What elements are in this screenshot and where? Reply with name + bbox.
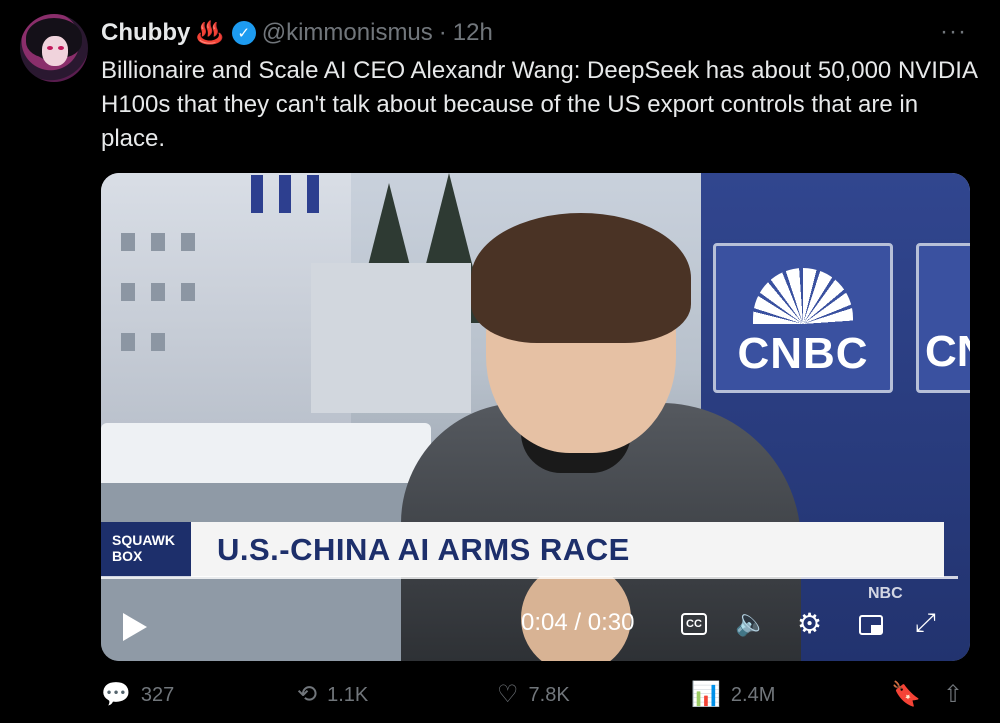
- heart-icon: ♡: [497, 681, 519, 708]
- lower-third-banner: SQUAWK BOX U.S.-CHINA AI ARMS RACE: [101, 522, 944, 577]
- fullscreen-icon[interactable]: ⤢: [915, 607, 936, 639]
- share-button[interactable]: ⇧: [943, 683, 963, 707]
- views-button[interactable]: 📊 2.4M: [691, 683, 775, 707]
- window: [121, 233, 135, 251]
- reply-button[interactable]: 💬 327: [101, 683, 174, 707]
- banner: [279, 175, 291, 213]
- peacock-logo-icon: [753, 268, 853, 324]
- video-controls: 0:04 / 0:30 CC 🔈 ⚙ NBC ⤢: [101, 585, 970, 661]
- volume-icon[interactable]: 🔈: [735, 607, 767, 638]
- window: [181, 233, 195, 251]
- lower-third-rule: [101, 576, 958, 579]
- view-count: 2.4M: [730, 683, 776, 706]
- like-button[interactable]: ♡ 7.8K: [497, 683, 570, 707]
- author-handle[interactable]: @kimmonismus: [262, 19, 433, 47]
- hair: [471, 213, 691, 343]
- snowy-roof: [101, 423, 431, 483]
- author-name[interactable]: Chubby: [101, 19, 190, 47]
- banner: [307, 175, 319, 213]
- show-label: SQUAWK BOX: [101, 522, 191, 577]
- reply-icon: 💬: [101, 681, 131, 708]
- avatar[interactable]: [20, 14, 88, 82]
- more-options-icon[interactable]: ···: [940, 18, 967, 46]
- avatar-eye: [58, 46, 64, 50]
- avatar-face: [42, 36, 68, 66]
- cnbc-logo-text-partial: CN: [925, 327, 970, 376]
- headline: U.S.-CHINA AI ARMS RACE: [217, 531, 630, 567]
- window: [151, 233, 165, 251]
- window: [151, 333, 165, 351]
- play-icon[interactable]: [123, 613, 147, 641]
- window: [121, 333, 135, 351]
- cnbc-bug: NBC: [868, 585, 903, 602]
- window: [151, 283, 165, 301]
- separator-dot: ·: [438, 19, 447, 46]
- settings-icon[interactable]: ⚙: [797, 607, 822, 640]
- tweet-actions: 💬 327 ⟲ 1.1K ♡ 7.8K 📊 2.4M 🔖 ⇧: [101, 683, 981, 715]
- verified-badge-icon: ✓: [231, 21, 256, 45]
- views-chart-icon: 📊: [691, 681, 721, 708]
- timecode: 0:04 / 0:30: [521, 609, 635, 636]
- repost-count: 1.1K: [327, 683, 369, 706]
- tweet-timestamp[interactable]: 12h: [453, 19, 493, 47]
- repost-icon: ⟲: [297, 681, 318, 708]
- reply-count: 327: [140, 683, 175, 706]
- cnbc-sign-partial: CN: [916, 243, 970, 393]
- hot-springs-emoji: ♨️: [196, 20, 224, 45]
- tweet-text: Billionaire and Scale AI CEO Alexandr Wa…: [101, 57, 977, 152]
- repost-button[interactable]: ⟲ 1.1K: [297, 683, 368, 707]
- bookmark-button[interactable]: 🔖: [891, 683, 921, 707]
- bookmark-icon: 🔖: [891, 681, 921, 708]
- window: [181, 283, 195, 301]
- like-count: 7.8K: [528, 683, 570, 706]
- pip-icon[interactable]: [859, 615, 883, 635]
- tweet-header: Chubby ♨️ ✓ @kimmonismus · 12h: [101, 16, 493, 50]
- banner: [251, 175, 263, 213]
- share-icon: ⇧: [943, 681, 964, 708]
- video-player[interactable]: CNBC CN SQUAWK BOX U.S.-CHINA AI ARMS RA…: [101, 173, 970, 661]
- avatar-eye: [47, 46, 53, 50]
- window: [121, 283, 135, 301]
- captions-icon[interactable]: CC: [681, 613, 707, 635]
